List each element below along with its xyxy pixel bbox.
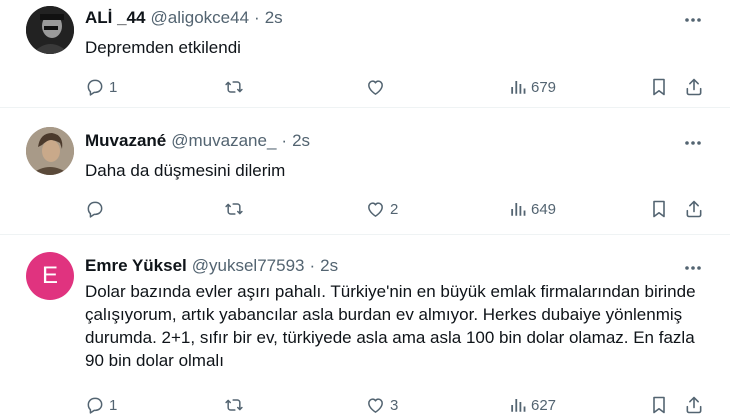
- reply-icon: [87, 79, 103, 96]
- user-handle[interactable]: @muvazane_: [171, 131, 276, 151]
- like-count: 3: [390, 396, 399, 414]
- user-handle[interactable]: @yuksel77593: [192, 256, 305, 276]
- tweet-text: Dolar bazında evler aşırı pahalı. Türkiy…: [85, 282, 696, 370]
- more-icon[interactable]: [682, 257, 704, 279]
- bookmark-icon: [653, 396, 665, 414]
- share-button[interactable]: [684, 75, 704, 99]
- more-icon[interactable]: [682, 9, 704, 31]
- retweet-button[interactable]: [223, 197, 249, 221]
- separator-dot: ·: [254, 8, 260, 27]
- retweet-icon: [225, 81, 243, 93]
- reply-button[interactable]: 1: [85, 75, 117, 99]
- timestamp[interactable]: 2s: [320, 256, 338, 276]
- views-button[interactable]: 679: [509, 75, 556, 99]
- share-icon: [686, 200, 702, 218]
- tweet-2[interactable]: Muvazané @muvazane_ · 2s Daha da düşmesi…: [0, 109, 730, 235]
- reply-button[interactable]: [85, 197, 109, 221]
- like-button[interactable]: 3: [365, 393, 398, 417]
- views-icon: [511, 203, 526, 216]
- avatar[interactable]: [26, 6, 74, 54]
- views-icon: [511, 81, 526, 94]
- timestamp[interactable]: 2s: [292, 131, 310, 151]
- share-icon: [686, 78, 702, 96]
- reply-icon: [87, 397, 103, 414]
- like-icon: [368, 202, 383, 217]
- bookmark-icon: [653, 78, 665, 96]
- retweet-button[interactable]: [223, 75, 249, 99]
- display-name[interactable]: Emre Yüksel: [85, 256, 187, 276]
- reply-count: 1: [109, 78, 118, 96]
- separator-dot: ·: [309, 256, 316, 275]
- like-count: 2: [390, 200, 399, 218]
- reply-count: 1: [109, 396, 118, 414]
- like-icon: [368, 80, 383, 95]
- timestamp[interactable]: 2s: [265, 8, 283, 28]
- avatar[interactable]: E: [26, 252, 74, 300]
- view-count: 627: [531, 396, 557, 414]
- reply-icon: [87, 201, 103, 218]
- views-button[interactable]: 649: [509, 197, 556, 221]
- view-count: 649: [531, 200, 557, 218]
- views-button[interactable]: 627: [509, 393, 556, 417]
- retweet-icon: [225, 203, 243, 215]
- avatar-letter: E: [41, 262, 58, 289]
- share-button[interactable]: [684, 393, 704, 417]
- bookmark-icon: [653, 200, 665, 218]
- user-handle[interactable]: @aligokce44: [150, 8, 249, 28]
- reply-button[interactable]: 1: [85, 393, 117, 417]
- tweet-actions: 1 679: [85, 75, 710, 99]
- tweet-actions: 1 3 627: [85, 393, 710, 417]
- avatar[interactable]: [26, 127, 74, 175]
- display-name[interactable]: ALİ _44: [85, 8, 145, 28]
- tweet-text: Depremden etkilendi: [85, 38, 241, 57]
- more-icon[interactable]: [682, 132, 704, 154]
- bookmark-button[interactable]: [650, 75, 668, 99]
- tweet-actions: 2 649: [85, 197, 710, 221]
- display-name[interactable]: Muvazané: [85, 131, 166, 151]
- separator-dot: ·: [281, 131, 288, 150]
- like-button[interactable]: 2: [365, 197, 398, 221]
- tweet-1[interactable]: ALİ _44 @aligokce44 · 2s Depremden etkil…: [0, 0, 730, 108]
- bookmark-button[interactable]: [650, 393, 668, 417]
- tweet-3[interactable]: E Emre Yüksel @yuksel77593 · 2s Dolar ba…: [0, 236, 730, 420]
- retweet-icon: [225, 399, 243, 411]
- like-button[interactable]: [365, 75, 390, 99]
- views-icon: [511, 399, 526, 412]
- share-icon: [686, 396, 702, 414]
- tweet-text: Daha da düşmesini dilerim: [85, 161, 286, 180]
- share-button[interactable]: [684, 197, 704, 221]
- retweet-button[interactable]: [223, 393, 249, 417]
- like-icon: [368, 398, 383, 413]
- view-count: 679: [531, 78, 557, 96]
- bookmark-button[interactable]: [650, 197, 668, 221]
